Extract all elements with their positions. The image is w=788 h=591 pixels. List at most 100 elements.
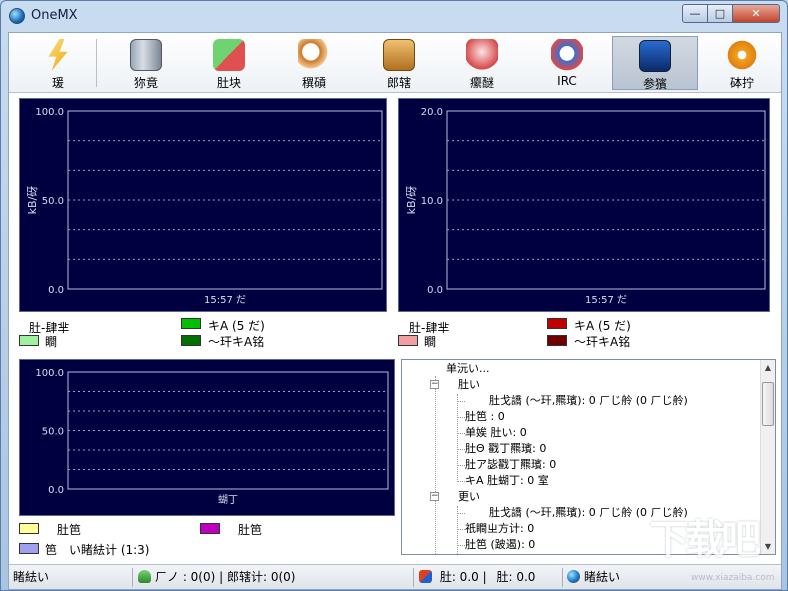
status-upload-rate: 肚: 0.0 <box>496 570 536 584</box>
tree-item[interactable]: 更い <box>458 489 480 505</box>
legend-label-downloaded: 肚笆 <box>57 523 82 537</box>
tree-connector <box>457 449 465 450</box>
legend-swatch-downloaded <box>19 523 39 534</box>
toolbar-button-6[interactable]: IRC <box>527 36 607 90</box>
tree-connector <box>457 545 465 546</box>
legend-swatch-session-avg <box>181 335 201 346</box>
legend-swatch-current <box>398 335 418 346</box>
toolbar-button-3[interactable]: 穓碽 <box>274 36 354 90</box>
title-bar[interactable]: OneMX — □ ✕ <box>1 1 787 31</box>
tree-guide-line <box>435 376 436 554</box>
watermark: 下载吧 www.xiazaiba.com <box>649 507 781 587</box>
x-axis-label: 15:57 だ <box>585 294 627 306</box>
toolbar-button-label: 郎辖 <box>386 76 411 90</box>
tree-item[interactable]: 肚ア毖戳丁羆璸: 0 <box>465 457 556 473</box>
legend-label-extra: 笆 <box>45 543 58 557</box>
tree-item[interactable]: 肚い <box>458 377 480 393</box>
y-tick-label: 0.0 <box>427 285 443 296</box>
status-connection: 睹紶い <box>567 568 620 587</box>
legend-label-current: 瞷 <box>424 335 437 349</box>
y-tick-label: 0.0 <box>48 485 64 496</box>
status-text: 睹紶い <box>13 570 50 584</box>
watermark-text: 下载吧 <box>649 517 761 563</box>
watermark-url: www.xiazaiba.com <box>691 573 775 583</box>
tree-item[interactable]: キΑ 肚蝴丁: 0 室 <box>465 473 549 489</box>
x-axis-label: 15:57 だ <box>204 294 246 306</box>
legend-label-avg5: キΑ (5 だ) <box>574 319 631 333</box>
maximize-button[interactable]: □ <box>707 4 733 23</box>
legend-swatch-uploaded <box>200 523 220 534</box>
chart-svg: 100.0 50.0 0.0 蝴丁 <box>35 368 389 506</box>
y-axis-label: kB/砑 <box>26 186 39 215</box>
status-download-rate: 肚: 0.0 | <box>439 570 487 584</box>
tree-item[interactable]: 肚笆 : 0 <box>465 409 505 425</box>
ratio-chart: 100.0 50.0 0.0 蝴丁 <box>19 359 395 516</box>
toolbar-button-label: IRC <box>557 74 577 88</box>
y-tick-label: 100.0 <box>35 368 64 379</box>
status-divider <box>413 568 414 587</box>
gear-icon <box>726 39 758 71</box>
app-window: OneMX — □ ✕ 瑗 狝竟 肚块 穓碽 郎辖 癳醚 IRC 参獱 砵拧 100.0 50.0… <box>0 0 788 591</box>
tree-item[interactable]: 肚Θ 戳丁羆璸: 0 <box>465 441 546 457</box>
y-axis-label: kB/砑 <box>405 186 418 215</box>
legend-label-uploaded: 肚笆 <box>238 523 263 537</box>
status-divider <box>562 568 563 587</box>
close-button[interactable]: ✕ <box>732 4 780 23</box>
toolbar-button-label: 参獱 <box>642 77 667 91</box>
main-toolbar: 瑗 狝竟 肚块 穓碽 郎辖 癳醚 IRC 参獱 砵拧 <box>9 33 781 93</box>
status-users-text: ㄏノ : 0(0) | 郎辖计: 0(0) <box>155 570 296 584</box>
legend-swatch-avg5 <box>181 318 201 329</box>
tree-expander[interactable]: − <box>430 492 439 501</box>
scroll-up-arrow-icon[interactable]: ▲ <box>761 360 775 375</box>
user-icon <box>138 570 151 583</box>
upload-speed-chart: 20.0 10.0 0.0 kB/砑 15:57 だ <box>398 98 770 312</box>
y-tick-label: 50.0 <box>42 427 64 438</box>
tree-item[interactable]: 肚戈譑 (～玕,羆璸): 0 ㄏじ舲 (0 ㄏじ舲) <box>489 393 688 409</box>
server-icon <box>130 39 162 71</box>
tree-item[interactable]: 单娭 肚い: 0 <box>465 425 527 441</box>
chart-svg: 20.0 10.0 0.0 kB/砑 15:57 だ <box>405 107 766 306</box>
toolbar-button-label: 砵拧 <box>729 76 754 90</box>
x-axis-label: 蝴丁 <box>218 494 238 506</box>
network-globe-icon <box>567 570 580 583</box>
statistics-icon <box>639 40 671 72</box>
legend-label-ratio: い睹紶计 (1:3) <box>69 543 150 557</box>
legend-label-avg5: キΑ (5 だ) <box>208 319 265 333</box>
tree-connector <box>457 529 465 530</box>
tree-connector <box>457 401 465 402</box>
toolbar-button-5[interactable]: 癳醚 <box>442 36 522 90</box>
status-users: ㄏノ : 0(0) | 郎辖计: 0(0) <box>138 568 295 587</box>
legend-swatch-ratio <box>19 543 39 554</box>
legend-label-current: 瞷 <box>45 335 58 349</box>
toolbar-button-8[interactable]: 砵拧 <box>704 36 780 90</box>
window-title: OneMX <box>31 8 78 23</box>
tree-item[interactable]: 肚笆 (跛遏): 0 <box>465 537 535 553</box>
toolbar-button-1[interactable]: 狝竟 <box>106 36 186 90</box>
y-tick-label: 20.0 <box>421 107 443 118</box>
toolbar-button-label: 狝竟 <box>133 76 158 90</box>
legend-swatch-session-avg <box>547 335 567 346</box>
toolbar-button-4[interactable]: 郎辖 <box>359 36 439 90</box>
tree-item[interactable]: 祇瞷ㄓ方计: 0 <box>465 521 534 537</box>
toolbar-button-7[interactable]: 参獱 <box>612 36 698 91</box>
download-speed-chart: 100.0 50.0 0.0 kB/砑 15:57 だ <box>19 98 387 312</box>
tree-connector <box>457 433 465 434</box>
y-tick-label: 50.0 <box>42 196 64 207</box>
toolbar-button-label: 瑗 <box>51 76 64 90</box>
app-logo-icon <box>9 8 25 24</box>
chart-svg: 100.0 50.0 0.0 kB/砑 15:57 だ <box>26 107 383 306</box>
shared-box-icon <box>383 39 415 71</box>
toolbar-button-2[interactable]: 肚块 <box>189 36 269 90</box>
status-connection-text: 睹紶い <box>584 570 621 584</box>
tree-connector <box>457 465 465 466</box>
minimize-button[interactable]: — <box>682 4 708 23</box>
tree-connector <box>457 417 465 418</box>
legend-swatch-avg5 <box>547 318 567 329</box>
tree-item[interactable]: 单沅い... <box>446 361 490 377</box>
scroll-thumb[interactable] <box>762 382 774 426</box>
toolbar-button-label: 肚块 <box>216 76 241 90</box>
lightning-icon <box>48 39 68 71</box>
toolbar-button-0[interactable]: 瑗 <box>18 36 98 90</box>
transfer-arrows-icon <box>213 39 245 71</box>
tree-expander[interactable]: − <box>430 380 439 389</box>
